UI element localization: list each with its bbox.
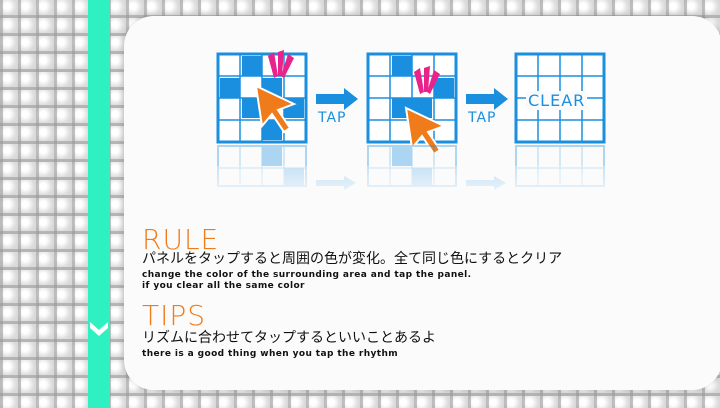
arrow-right-icon (466, 88, 508, 110)
clear-label: CLEAR (526, 91, 588, 110)
rule-text-en-line2: if you clear all the same color (142, 281, 305, 291)
tutorial-diagram (204, 50, 624, 206)
accent-stripe (88, 0, 110, 408)
tap-label-2: TAP (468, 110, 497, 126)
tutorial-panel: TAP TAP CLEAR RULE パネルをタップすると周囲の色が変化。全て同… (124, 16, 720, 390)
rule-text-en-line1: change the color of the surrounding area… (142, 270, 472, 280)
tips-text-jp: リズムに合わせてタップするといいことあるよ (142, 330, 436, 346)
tips-text-en: there is a good thing when you tap the r… (142, 349, 399, 359)
chevron-down-icon (90, 322, 108, 336)
tips-title: TIPS (142, 299, 207, 332)
tap-label-1: TAP (318, 110, 347, 126)
rule-title: RULE (142, 223, 220, 256)
rule-text-jp: パネルをタップすると周囲の色が変化。全て同じ色にするとクリア (142, 251, 563, 267)
arrow-right-icon (316, 88, 358, 110)
